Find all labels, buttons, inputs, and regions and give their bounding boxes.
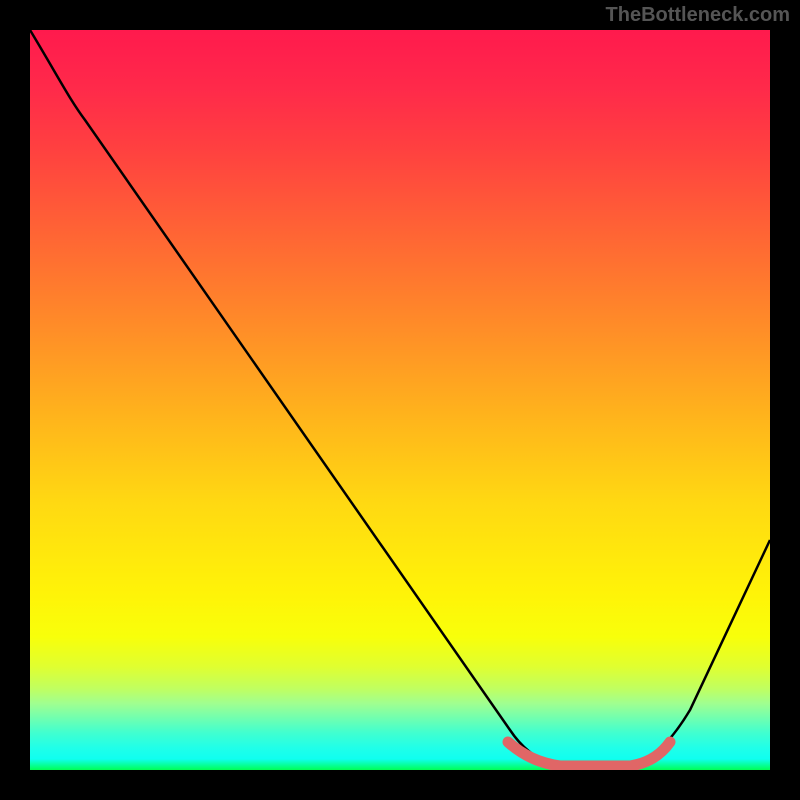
optimal-range-highlight-path xyxy=(508,742,670,766)
bottleneck-curve-path xyxy=(30,30,770,766)
chart-container: TheBottleneck.com xyxy=(0,0,800,800)
plot-area xyxy=(30,30,770,770)
watermark-text: TheBottleneck.com xyxy=(606,4,790,27)
curve-svg xyxy=(30,30,770,770)
